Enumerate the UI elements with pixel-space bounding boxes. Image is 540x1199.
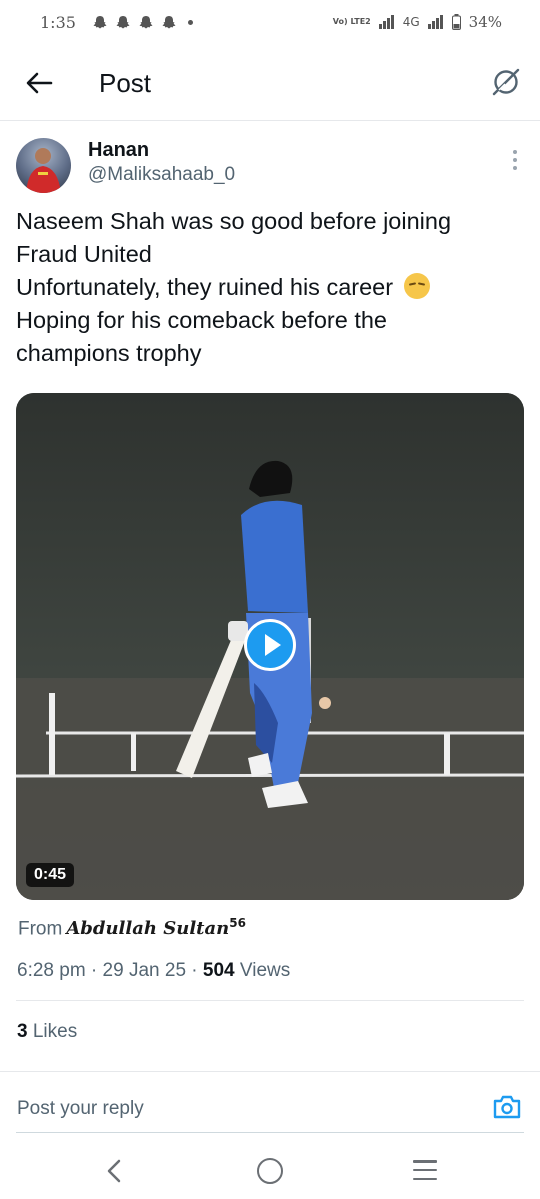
network-type: 4G xyxy=(402,15,420,29)
avatar[interactable] xyxy=(16,138,71,193)
reply-underline xyxy=(16,1132,524,1133)
page-title: Post xyxy=(99,68,152,98)
reply-input[interactable]: Post your reply xyxy=(17,1098,144,1120)
tweet-text-line: Fraud United xyxy=(16,241,152,267)
camera-icon[interactable] xyxy=(492,1093,522,1121)
video-duration: 0:45 xyxy=(26,863,75,887)
snapchat-icon xyxy=(139,15,153,28)
source-account-sup: 56 xyxy=(229,916,246,930)
video-player[interactable]: 0:45 xyxy=(16,393,524,900)
author-name[interactable]: Hanan xyxy=(88,139,149,162)
grok-icon[interactable] xyxy=(490,66,522,98)
likes-label: Likes xyxy=(32,1021,78,1042)
notification-icons xyxy=(92,15,193,30)
battery-icon xyxy=(451,14,461,30)
status-time: 1:35 xyxy=(40,12,76,32)
nav-back-icon[interactable] xyxy=(103,1158,125,1184)
tweet-text-line: Unfortunately, they ruined his career xyxy=(16,271,516,304)
system-nav-bar xyxy=(0,1140,540,1199)
battery-percent: 34% xyxy=(468,13,502,31)
from-label: From xyxy=(18,918,63,940)
more-options-icon[interactable] xyxy=(512,150,518,170)
avatar-image xyxy=(26,148,61,193)
tweet-time: 6:28 pm xyxy=(17,960,86,981)
author-handle[interactable]: @Maliksahaab_0 xyxy=(88,164,235,186)
likes-divider xyxy=(0,1071,540,1072)
tweet-text: Naseem Shah was so good before joining F… xyxy=(16,205,516,370)
tweet-text-line: champions trophy xyxy=(16,340,202,366)
meta-divider xyxy=(16,1000,524,1001)
snapchat-icon xyxy=(116,15,130,28)
views-label: Views xyxy=(239,960,291,981)
status-indicators: Vo) LTE2 4G 34% xyxy=(333,13,502,31)
more-notifications-dot xyxy=(187,19,193,25)
signal-icon xyxy=(378,15,394,29)
pensive-face-icon xyxy=(403,273,430,299)
snapchat-icon xyxy=(162,15,176,28)
source-account[interactable]: Abdullah Sultan xyxy=(66,918,229,939)
tweet-text-fragment: Unfortunately, they ruined his career xyxy=(16,274,394,300)
header-divider xyxy=(0,120,540,121)
likes-link[interactable]: 3 Likes xyxy=(17,1021,77,1043)
views-count: 504 xyxy=(202,960,235,981)
tweet-date: 29 Jan 25 xyxy=(102,960,187,981)
arrow-left-icon[interactable] xyxy=(24,68,54,98)
snapchat-icon xyxy=(93,15,107,28)
reply-bar[interactable]: Post your reply xyxy=(0,1073,540,1135)
status-bar: 1:35 Vo) LTE2 4G 34% xyxy=(0,0,540,44)
play-button[interactable] xyxy=(244,619,296,671)
tweet-text-line: Hoping for his comeback before the xyxy=(16,307,387,333)
video-source[interactable]: From Abdullah Sultan56 xyxy=(18,916,246,940)
tweet-meta: 6:28 pm · 29 Jan 25 · 504 Views xyxy=(17,960,291,981)
nav-recents-icon[interactable] xyxy=(413,1160,437,1180)
signal-icon xyxy=(427,15,443,29)
nav-home-icon[interactable] xyxy=(257,1158,283,1184)
tweet-text-line: Naseem Shah was so good before joining xyxy=(16,208,452,234)
top-app-bar: Post xyxy=(0,52,540,116)
volte-badge: Vo) LTE2 xyxy=(332,17,371,26)
likes-count: 3 xyxy=(17,1021,28,1042)
